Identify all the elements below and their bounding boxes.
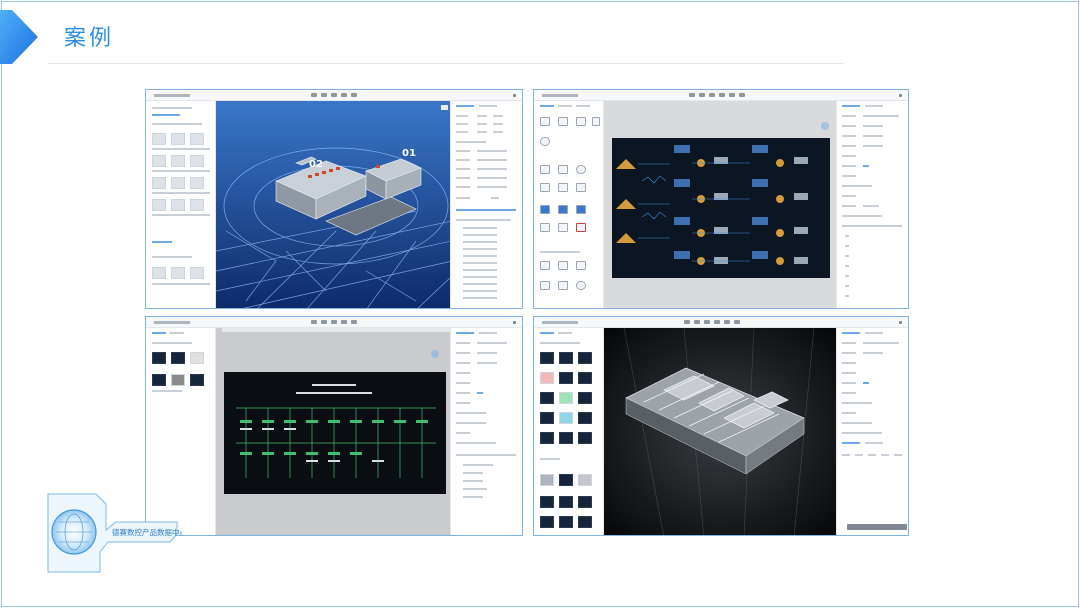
canvas-area[interactable] — [604, 101, 836, 308]
screenshot-topology-dashboard — [533, 89, 909, 309]
toolbar-redo-icon — [321, 93, 327, 97]
viewport-3d[interactable]: 02 01 — [216, 101, 450, 308]
shape-palette — [534, 101, 604, 308]
toolbar-menu-icon — [513, 94, 516, 97]
property-panel — [836, 101, 908, 308]
chevron-accent-icon — [0, 10, 38, 64]
wiring-diagram-canvas — [224, 350, 446, 494]
app-toolbar — [534, 317, 908, 328]
building-label-02: 02 — [309, 159, 323, 170]
badge-label: 德赛数控产品数据中心 — [112, 528, 182, 537]
toolbar-title — [542, 94, 578, 97]
title-divider — [48, 63, 844, 64]
property-panel — [450, 101, 522, 308]
toolbar-save-icon — [331, 93, 337, 97]
app-toolbar — [534, 90, 908, 101]
screenshot-3d-floor-model — [533, 316, 909, 536]
topology-dashboard-canvas — [612, 122, 830, 278]
toolbar-title — [154, 94, 190, 97]
screenshot-3d-campus: 02 01 — [145, 89, 523, 309]
canvas-area[interactable] — [216, 328, 450, 535]
property-panel — [450, 328, 522, 535]
toolbar-publish-icon — [351, 93, 357, 97]
app-toolbar — [146, 317, 522, 328]
component-panel — [146, 101, 216, 308]
texture-panel — [534, 328, 604, 535]
toolbar-undo-icon — [311, 93, 317, 97]
property-panel — [836, 328, 908, 535]
toolbar-preview-icon — [341, 93, 347, 97]
toolbar-title — [154, 321, 190, 324]
app-toolbar — [146, 90, 522, 101]
viewport-3d[interactable] — [604, 328, 836, 535]
slide-title: 案例 — [64, 26, 115, 51]
building-label-01: 01 — [402, 148, 416, 159]
floor-model-3d-scene — [604, 328, 836, 535]
toolbar-title — [542, 321, 578, 324]
screenshot-wiring-diagram — [145, 316, 523, 536]
campus-3d-scene — [216, 101, 450, 308]
